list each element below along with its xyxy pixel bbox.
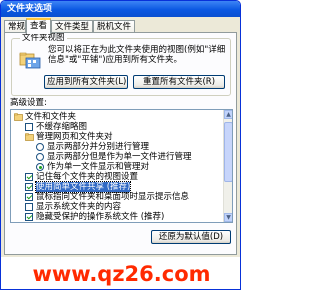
folder-icon	[25, 133, 34, 141]
folder-views-icon	[19, 52, 41, 69]
list-item-label: 显示两部分但是作为单一文件进行管理	[47, 152, 192, 162]
apply-to-all-folders-button[interactable]: 应用到所有文件夹(L)	[44, 75, 128, 89]
checkbox[interactable]	[25, 183, 33, 191]
folder-options-dialog: 文件夹选项 常规 查看 文件类型 脱机文件 文件夹视图 您可以将正在为此文件夹使…	[0, 0, 241, 290]
tab-strip: 常规 查看 文件类型 脱机文件	[4, 18, 237, 34]
list-item-label: 显示两部分并分别进行管理	[47, 142, 150, 152]
list-item-label: 管理网页和文件夹对	[36, 132, 113, 142]
list-item-label: 隐藏受保护的操作系统文件 (推荐)	[36, 212, 165, 222]
folder-views-title: 文件夹视图	[20, 33, 67, 43]
title-bar[interactable]: 文件夹选项	[1, 1, 240, 17]
folder-views-description: 您可以将正在为此文件夹使用的视图(例如"详细信息"或"平铺")应用到所有文件夹。	[48, 45, 226, 65]
view-tab-panel: 文件夹视图 您可以将正在为此文件夹使用的视图(例如"详细信息"或"平铺")应用到…	[4, 32, 237, 255]
radio-button[interactable]	[36, 143, 44, 151]
list-item-label: 记住每个文件夹的视图设置	[36, 172, 139, 182]
folder-icon	[14, 113, 23, 121]
list-item-label: 使用简单文件共享 (推荐)	[34, 181, 132, 193]
scroll-thumb[interactable]	[224, 122, 232, 182]
advanced-settings-label: 高级设置:	[10, 98, 47, 108]
vertical-scrollbar[interactable]: ▲ ▼	[223, 110, 232, 222]
list-item-label: 作为单一文件显示和管理对	[47, 162, 150, 172]
advanced-settings-list[interactable]: 文件和文件夹 不缓存缩略图 管理网页和文件夹对 显示两部分并分别进行管理 显示两…	[10, 109, 233, 223]
checkbox[interactable]	[25, 173, 33, 181]
list-item-label: 文件和文件夹	[25, 112, 77, 122]
checkbox[interactable]	[25, 213, 33, 221]
radio-button[interactable]	[36, 153, 44, 161]
radio-button[interactable]	[36, 163, 44, 171]
scroll-down-icon[interactable]: ▼	[224, 213, 232, 222]
list-item-label: 不缓存缩略图	[36, 122, 88, 132]
list-item-label: 鼠标指向文件夹和桌面项时显示提示信息	[36, 192, 190, 202]
reset-all-folders-button[interactable]: 重置所有文件夹(R)	[133, 75, 225, 89]
list-item-label: 显示系统文件夹的内容	[36, 202, 122, 212]
checkbox[interactable]	[25, 203, 33, 211]
folder-views-group: 文件夹视图 您可以将正在为此文件夹使用的视图(例如"详细信息"或"平铺")应用到…	[11, 33, 231, 96]
scroll-up-icon[interactable]: ▲	[224, 110, 232, 119]
window-title: 文件夹选项	[7, 4, 53, 14]
checkbox[interactable]	[25, 123, 33, 131]
watermark-text: www.qz26.com	[1, 257, 240, 289]
checkbox[interactable]	[25, 193, 33, 201]
tab-view[interactable]: 查看	[26, 18, 51, 34]
restore-defaults-button[interactable]: 还原为默认值(D)	[151, 230, 231, 244]
